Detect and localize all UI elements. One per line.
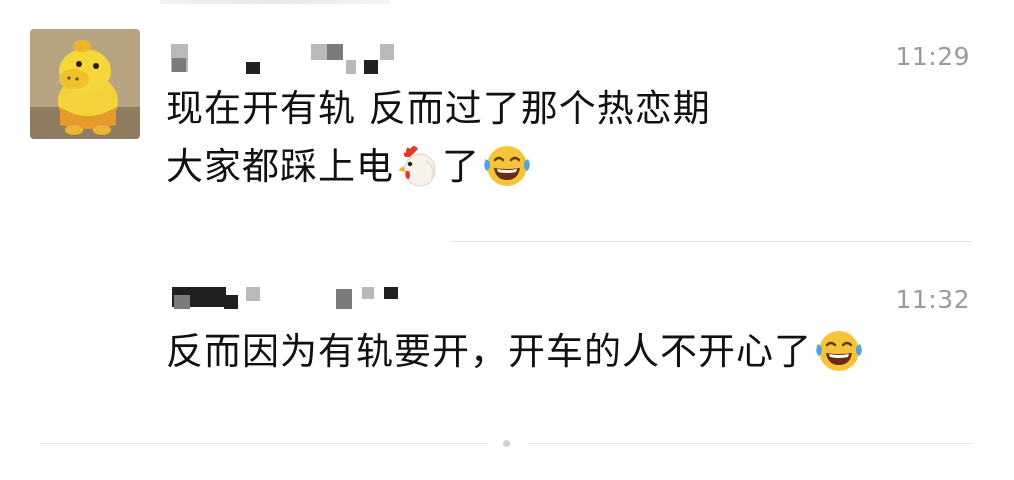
message-text: 了 xyxy=(442,145,480,188)
sender-name-redacted xyxy=(166,277,426,323)
message-timestamp: 11:29 xyxy=(895,42,970,71)
top-divider xyxy=(160,0,390,4)
duck-avatar-icon xyxy=(30,29,140,139)
rooster-icon xyxy=(396,143,442,206)
message-text: 现在开有轨 反而过了那个热恋期 xyxy=(166,87,711,130)
divider-dot xyxy=(503,440,510,447)
sender-name-redacted xyxy=(166,34,426,80)
message-timestamp: 11:32 xyxy=(895,285,970,314)
message-text: 大家都踩上电 xyxy=(166,145,394,188)
chat-message: 11:29 现在开有轨 反而过了那个热恋期 大家都踩上电 了 xyxy=(166,34,974,206)
message-text-line: 反而因为有轨要开，开车的人不开心了 xyxy=(166,323,974,391)
tears-of-joy-icon xyxy=(482,143,532,206)
avatar[interactable] xyxy=(30,29,140,139)
message-divider xyxy=(450,241,972,242)
message-text-line: 大家都踩上电 了 xyxy=(166,138,974,206)
message-divider xyxy=(528,443,972,444)
message-text-line: 现在开有轨 反而过了那个热恋期 xyxy=(166,80,974,138)
chat-message: 11:32 反而因为有轨要开，开车的人不开心了 xyxy=(166,277,974,391)
message-divider xyxy=(40,443,488,444)
message-text: 反而因为有轨要开，开车的人不开心了 xyxy=(166,330,812,373)
tears-of-joy-icon xyxy=(814,328,864,391)
